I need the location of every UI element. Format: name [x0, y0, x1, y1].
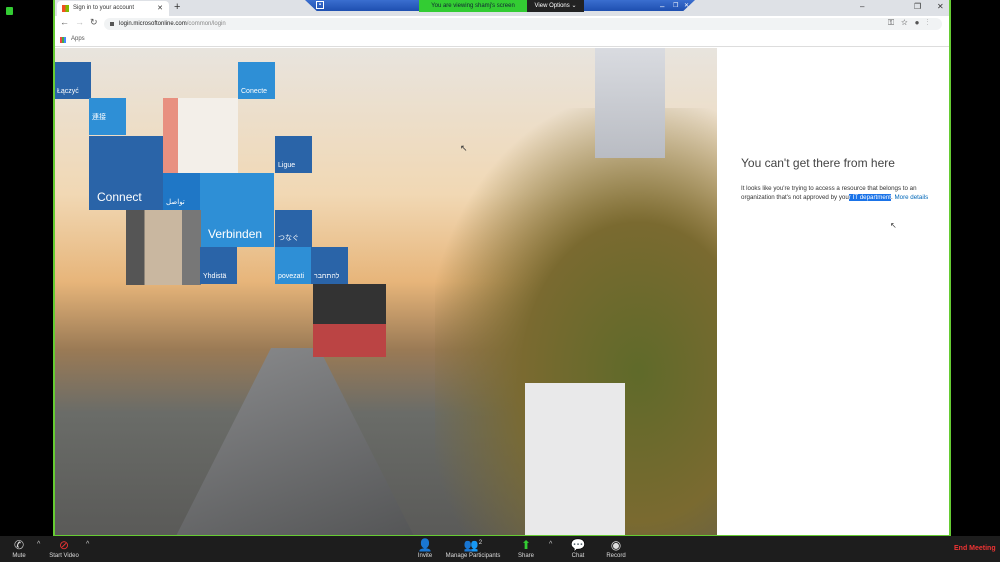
- manage-participants-label: Manage Participants: [445, 553, 501, 559]
- chat-button[interactable]: 💬 Chat: [567, 538, 589, 559]
- error-message: It looks like you're trying to access a …: [741, 184, 931, 202]
- tile-laczyc: Łączyć: [55, 62, 91, 99]
- end-meeting-button[interactable]: End Meeting: [954, 545, 996, 552]
- wall: [525, 383, 625, 535]
- video-off-icon: ⊘: [58, 538, 70, 552]
- mouse-cursor-icon: ↖: [460, 143, 468, 153]
- minimize-icon[interactable]: –: [860, 2, 864, 11]
- more-details-link[interactable]: More details: [894, 194, 928, 201]
- share-icon: ⬆: [520, 538, 532, 552]
- text-cursor-icon: ↖: [890, 221, 897, 230]
- participants-icon: 👥2: [463, 538, 483, 552]
- screen-share-icon[interactable]: ▪: [316, 1, 324, 9]
- view-options-label: View Options: [534, 3, 570, 9]
- viewing-banner: You are viewing shamj's screen: [419, 0, 527, 12]
- record-icon: ◉: [610, 538, 622, 552]
- close-tab-icon[interactable]: ✕: [157, 4, 163, 12]
- invite-label: Invite: [417, 553, 433, 559]
- start-video-label: Start Video: [49, 553, 79, 559]
- background-image: Łączyć Conecte 連接 Connect Ligue تواصل Ve…: [55, 48, 717, 535]
- photo-woman-reading: [163, 98, 238, 173]
- manage-participants-button[interactable]: 👥2 Manage Participants: [443, 538, 503, 559]
- profile-icon[interactable]: ●: [915, 18, 927, 27]
- forward-icon[interactable]: →: [75, 17, 90, 27]
- bookmark-apps[interactable]: Apps: [71, 36, 85, 42]
- share-options-caret[interactable]: ^: [549, 541, 552, 548]
- tab-title: Sign in to your account: [73, 5, 135, 11]
- close-window-icon[interactable]: ✕: [937, 2, 944, 11]
- lock-icon: [110, 22, 114, 26]
- url-host: login.microsoftonline.com: [119, 21, 187, 27]
- menu-icon[interactable]: ⋮: [926, 18, 935, 27]
- key-icon[interactable]: ⚿: [888, 18, 901, 27]
- tile-connect: Connect: [89, 136, 163, 210]
- tile-ligue: Ligue: [275, 136, 312, 173]
- lock-icon: [6, 7, 13, 15]
- mute-button[interactable]: ✆ Mute: [8, 538, 30, 559]
- start-video-button[interactable]: ⊘ Start Video: [48, 538, 80, 559]
- participant-count: 2: [478, 540, 483, 546]
- selected-text: r IT department: [848, 194, 892, 201]
- photo-man-phone: [126, 210, 201, 285]
- reload-icon[interactable]: ↻: [90, 17, 104, 27]
- zoom-close-icon[interactable]: ✕: [684, 2, 689, 9]
- photo-laptop-user: [313, 284, 386, 357]
- invite-icon: 👤: [417, 538, 433, 552]
- tile-povezati: povezati: [275, 247, 312, 284]
- star-icon[interactable]: ☆: [901, 18, 915, 27]
- invite-button[interactable]: 👤 Invite: [414, 538, 436, 559]
- view-options-button[interactable]: View Options ⌄: [527, 0, 584, 12]
- chat-label: Chat: [571, 553, 585, 559]
- tile-lianjie: 連接: [89, 98, 126, 135]
- zoom-restore-icon[interactable]: ❐: [673, 2, 678, 9]
- tile-yhdista: Yhdistä: [200, 247, 237, 284]
- nav-buttons: ←→↻: [60, 17, 104, 28]
- microsoft-logo-icon: [62, 5, 69, 12]
- browser-tab[interactable]: Sign in to your account ✕: [57, 1, 169, 16]
- error-title: You can't get there from here: [741, 156, 895, 170]
- apps-icon: [60, 37, 66, 43]
- tile-tsunagu: つなぐ: [275, 210, 312, 247]
- url-path: /common/login: [186, 21, 226, 27]
- chevron-down-icon: ⌄: [571, 3, 577, 9]
- building: [595, 48, 665, 158]
- error-panel: [717, 48, 949, 535]
- zoom-minimize-icon[interactable]: –: [660, 2, 664, 11]
- bookmarks-bar: Apps: [55, 32, 949, 47]
- back-icon[interactable]: ←: [60, 17, 75, 27]
- tile-conecte: Conecte: [238, 62, 275, 99]
- share-label: Share: [517, 553, 534, 559]
- tile-hebrew: להתחבר: [311, 247, 348, 284]
- record-label: Record: [606, 553, 626, 559]
- audio-options-caret[interactable]: ^: [37, 541, 40, 548]
- browser-actions: ⚿☆●⋮: [888, 18, 935, 28]
- share-button[interactable]: ⬆ Share: [515, 538, 537, 559]
- chat-icon: 💬: [570, 538, 586, 552]
- url-input[interactable]: login.microsoftonline.com/common/login: [104, 18, 942, 30]
- video-options-caret[interactable]: ^: [86, 541, 89, 548]
- mute-label: Mute: [12, 553, 26, 559]
- new-tab-button[interactable]: +: [174, 1, 180, 13]
- tile-arabic: تواصل: [163, 173, 200, 210]
- record-button[interactable]: ◉ Record: [604, 538, 628, 559]
- freeway: [175, 348, 415, 535]
- phone-icon: ✆: [13, 538, 25, 552]
- restore-icon[interactable]: ❐: [914, 2, 921, 11]
- tile-verbinden: Verbinden: [200, 173, 274, 247]
